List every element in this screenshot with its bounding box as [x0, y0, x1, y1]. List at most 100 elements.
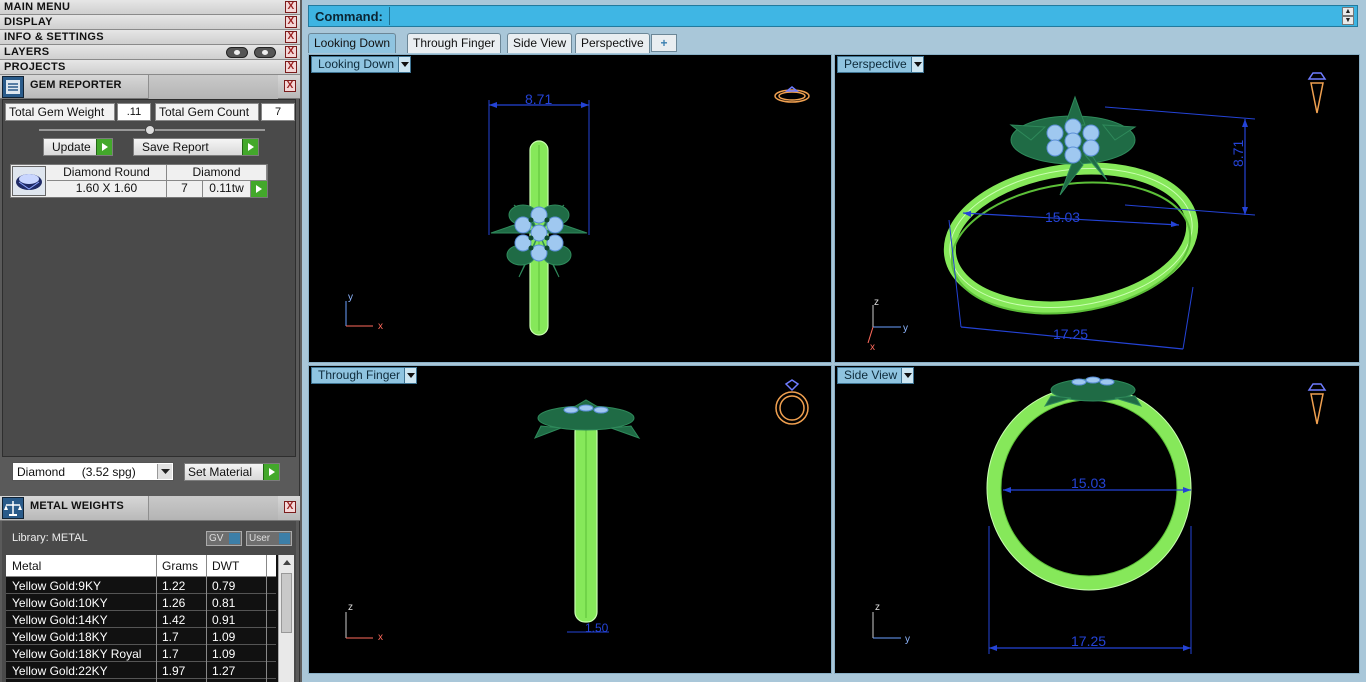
set-material-button-label: Set Material — [188, 465, 253, 479]
menu-layers-label: LAYERS — [4, 46, 50, 58]
chevron-down-icon[interactable] — [910, 57, 923, 72]
add-tab-icon[interactable]: + — [651, 34, 677, 52]
axis-y-label: y — [348, 292, 353, 303]
table-row[interactable]: Yellow Gold:10KY 1.26 0.81 — [6, 594, 276, 611]
diamond-icon[interactable] — [12, 166, 46, 196]
viewport-through-finger[interactable]: 1.50 z x Through Finger — [308, 365, 832, 674]
tab-side-view[interactable]: Side View — [507, 33, 573, 53]
slider-knob[interactable] — [145, 125, 155, 135]
viewport-label[interactable]: Side View — [837, 367, 915, 384]
view-ring-icon[interactable] — [775, 379, 809, 425]
dimension-label: 17.25 — [1053, 326, 1088, 342]
chevron-up-icon[interactable] — [279, 555, 295, 569]
gem-material-header: Diamond — [167, 165, 267, 181]
gem-table: Diamond Round Diamond 1.60 X 1.60 7 0.11… — [10, 164, 268, 198]
play-icon — [96, 139, 112, 155]
set-material-button[interactable]: Set Material — [184, 463, 280, 481]
total-gem-weight-label: Total Gem Weight — [5, 103, 115, 121]
gem-reporter-body: Total Gem Weight .11 Total Gem Count 7 U… — [2, 99, 296, 457]
command-input[interactable] — [389, 7, 1341, 25]
close-icon[interactable]: X — [285, 16, 297, 28]
menu-display[interactable]: DISPLAY X — [0, 15, 300, 30]
close-icon[interactable]: X — [285, 31, 297, 43]
viewport-label-text: Side View — [844, 368, 898, 382]
close-icon[interactable]: X — [285, 1, 297, 13]
view-ring-icon[interactable] — [1307, 72, 1327, 114]
gem-shape-header: Diamond Round — [47, 165, 167, 181]
close-icon[interactable]: X — [284, 80, 296, 92]
chevron-up-icon[interactable]: ▲ — [1342, 7, 1354, 16]
col-grams: Grams — [162, 559, 198, 573]
dimension-label: 15.03 — [1045, 209, 1080, 225]
scale-icon — [2, 497, 24, 519]
viewport-side-view[interactable]: 15.03 17.25 z y Side View — [834, 365, 1360, 674]
update-button-label: Update — [52, 140, 91, 154]
menu-layers[interactable]: LAYERS X — [0, 45, 300, 60]
tab-looking-down[interactable]: Looking Down — [308, 33, 397, 53]
through-finger-canvas[interactable]: 1.50 z x — [309, 366, 832, 674]
col-metal: Metal — [12, 559, 42, 573]
play-icon — [242, 139, 258, 155]
menu-main[interactable]: MAIN MENU X — [0, 0, 300, 15]
workspace: Command: ▲ ▼ Looking Down Through Finger… — [302, 0, 1366, 682]
looking-down-canvas[interactable]: 8.71 y x — [309, 55, 832, 363]
perspective-canvas[interactable]: 15.03 8.71 17.25 z y x — [835, 55, 1360, 363]
metal-table-header: Metal Grams DWT — [6, 555, 276, 577]
menu-projects[interactable]: PROJECTS X — [0, 60, 300, 75]
side-view-canvas[interactable]: 15.03 17.25 z y — [835, 366, 1360, 674]
view-ring-icon[interactable] — [774, 86, 810, 103]
table-row[interactable]: Yellow Gold:18KY Royal 1.7 1.09 — [6, 645, 276, 662]
viewport-label[interactable]: Perspective — [837, 56, 924, 73]
close-icon[interactable]: X — [285, 61, 297, 73]
table-row[interactable]: Yellow Gold:18KY 1.7 1.09 — [6, 628, 276, 645]
menu-info-settings-label: INFO & SETTINGS — [4, 31, 104, 43]
viewport-label[interactable]: Looking Down — [311, 56, 412, 73]
metal-table: Metal Grams DWT Yellow Gold:9KY 1.22 0.7… — [6, 555, 294, 682]
gv-toggle[interactable]: GV — [206, 531, 242, 546]
viewport-label-text: Looking Down — [318, 57, 395, 71]
eye-icon[interactable] — [254, 47, 276, 58]
table-row[interactable]: Yellow Gold:14KY 1.42 0.91 — [6, 611, 276, 628]
tab-through-finger[interactable]: Through Finger — [407, 33, 502, 53]
viewport-perspective[interactable]: 15.03 8.71 17.25 z y x Perspective — [834, 54, 1360, 363]
close-icon[interactable]: X — [285, 46, 297, 58]
total-gem-count-value: 7 — [261, 103, 295, 121]
chevron-down-icon[interactable] — [901, 368, 914, 383]
gem-reporter-title: GEM REPORTER — [30, 79, 122, 91]
chevron-down-icon[interactable]: ▼ — [1342, 16, 1354, 25]
axis-x-label: x — [378, 632, 383, 643]
menu-display-label: DISPLAY — [4, 16, 53, 28]
axis-z-label: z — [875, 602, 880, 613]
scrollbar[interactable] — [278, 555, 294, 682]
total-gem-weight-value: .11 — [117, 103, 151, 121]
viewport-looking-down[interactable]: 8.71 y x Looking Down — [308, 54, 832, 363]
play-icon — [263, 464, 279, 480]
left-panel: MAIN MENU X DISPLAY X INFO & SETTINGS X … — [0, 0, 300, 682]
dimension-label: 17.25 — [1071, 633, 1106, 649]
close-icon[interactable]: X — [284, 501, 296, 513]
table-row[interactable]: Yellow Gold:22KY 1.97 1.27 — [6, 662, 276, 679]
layer-toggle-icon[interactable] — [226, 47, 248, 58]
play-icon[interactable] — [251, 181, 267, 197]
tab-perspective[interactable]: Perspective — [575, 33, 650, 53]
chevron-down-icon[interactable] — [398, 57, 411, 72]
command-label: Command: — [315, 9, 383, 24]
dimension-label: 15.03 — [1071, 475, 1106, 491]
scroll-thumb[interactable] — [281, 573, 292, 633]
viewport-label-text: Through Finger — [318, 368, 401, 382]
view-ring-icon[interactable] — [1307, 383, 1327, 425]
save-report-button[interactable]: Save Report — [133, 138, 259, 156]
dimension-label: 8.71 — [525, 91, 552, 107]
library-label: Library: METAL — [12, 532, 88, 544]
menu-info-settings[interactable]: INFO & SETTINGS X — [0, 30, 300, 45]
gv-toggle-label: GV — [209, 533, 224, 544]
viewport-label-text: Perspective — [844, 57, 907, 71]
material-select[interactable]: Diamond (3.52 spg) — [12, 462, 174, 481]
table-row[interactable]: Yellow Gold:9KY 1.22 0.79 — [6, 577, 276, 594]
chevron-down-icon[interactable] — [404, 368, 417, 383]
viewport-label[interactable]: Through Finger — [311, 367, 418, 384]
chevron-down-icon[interactable] — [157, 464, 172, 479]
update-button[interactable]: Update — [43, 138, 113, 156]
save-report-button-label: Save Report — [142, 140, 209, 154]
user-toggle[interactable]: User — [246, 531, 292, 546]
